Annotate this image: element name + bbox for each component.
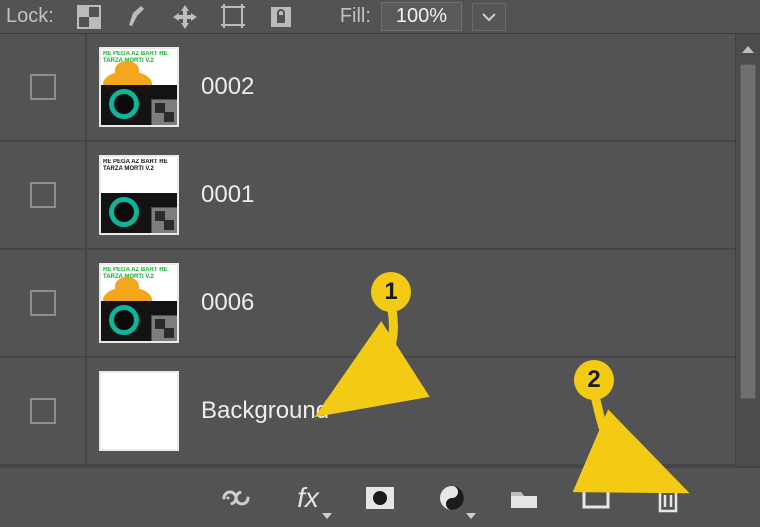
layer-row[interactable]: RE PEGA AZ BART RE TARZA MORTI V.2 0006 [0, 250, 735, 358]
scrollbar-thumb[interactable] [740, 64, 756, 399]
lock-position-move-icon[interactable] [170, 4, 200, 30]
layers-list: RE PEGA AZ BART RE TARZA MORTI V.2 0002 … [0, 34, 735, 466]
layers-scrollbar[interactable] [735, 34, 760, 466]
dropdown-arrow-icon [466, 513, 476, 519]
scroll-up-arrow-icon[interactable] [736, 34, 760, 64]
smart-object-badge-icon [151, 315, 177, 341]
chevron-down-icon [482, 12, 496, 22]
visibility-checkbox[interactable] [30, 74, 56, 100]
lock-all-icon[interactable] [266, 4, 296, 30]
layers-bottom-toolbar: fx [0, 466, 760, 527]
layer-thumbnail[interactable]: RE PEGA AZ BART RE TARZA MORTI V.2 [99, 263, 179, 343]
layer-thumbnail[interactable]: RE PEGA AZ BART RE TARZA MORTI V.2 [99, 155, 179, 235]
visibility-checkbox[interactable] [30, 182, 56, 208]
new-layer-button[interactable] [578, 480, 614, 516]
layer-name[interactable]: 0002 [201, 73, 254, 101]
visibility-cell[interactable] [0, 250, 87, 356]
layer-row[interactable]: RE PEGA AZ BART RE TARZA MORTI V.2 0001 [0, 142, 735, 250]
layer-row[interactable]: Background [0, 358, 735, 466]
fill-group: Fill: 100% [340, 2, 506, 31]
layers-panel-options-bar: Lock: Fill: 100% [0, 0, 760, 34]
folder-icon [509, 486, 539, 510]
layer-effects-button[interactable]: fx [290, 480, 326, 516]
layer-name[interactable]: 0001 [201, 181, 254, 209]
adjustment-layer-button[interactable] [434, 480, 470, 516]
smart-object-badge-icon [151, 207, 177, 233]
delete-layer-button[interactable] [650, 480, 686, 516]
layer-row[interactable]: RE PEGA AZ BART RE TARZA MORTI V.2 0002 [0, 34, 735, 142]
visibility-cell[interactable] [0, 34, 87, 140]
visibility-cell[interactable] [0, 358, 87, 464]
fill-label: Fill: [340, 5, 371, 28]
link-icon [220, 488, 252, 508]
smart-object-badge-icon [151, 99, 177, 125]
new-group-button[interactable] [506, 480, 542, 516]
layer-thumbnail[interactable] [99, 371, 179, 451]
layer-name[interactable]: Background [201, 397, 329, 425]
add-layer-mask-button[interactable] [362, 480, 398, 516]
lock-icons-group [74, 4, 296, 30]
layer-thumbnail[interactable]: RE PEGA AZ BART RE TARZA MORTI V.2 [99, 47, 179, 127]
link-layers-button[interactable] [218, 480, 254, 516]
visibility-checkbox[interactable] [30, 398, 56, 424]
adjustment-yin-yang-icon [438, 484, 466, 512]
new-layer-icon [582, 485, 610, 511]
visibility-cell[interactable] [0, 142, 87, 248]
fill-value-field[interactable]: 100% [381, 2, 462, 31]
lock-label: Lock: [6, 5, 54, 28]
trash-icon [656, 483, 680, 513]
lock-transparency-icon[interactable] [74, 4, 104, 30]
lock-artboard-icon[interactable] [218, 4, 248, 30]
lock-pixels-brush-icon[interactable] [122, 4, 152, 30]
fx-icon: fx [297, 484, 319, 512]
layer-name[interactable]: 0006 [201, 289, 254, 317]
layer-mask-icon [365, 486, 395, 510]
visibility-checkbox[interactable] [30, 290, 56, 316]
fill-dropdown-button[interactable] [472, 3, 506, 31]
dropdown-arrow-icon [322, 513, 332, 519]
